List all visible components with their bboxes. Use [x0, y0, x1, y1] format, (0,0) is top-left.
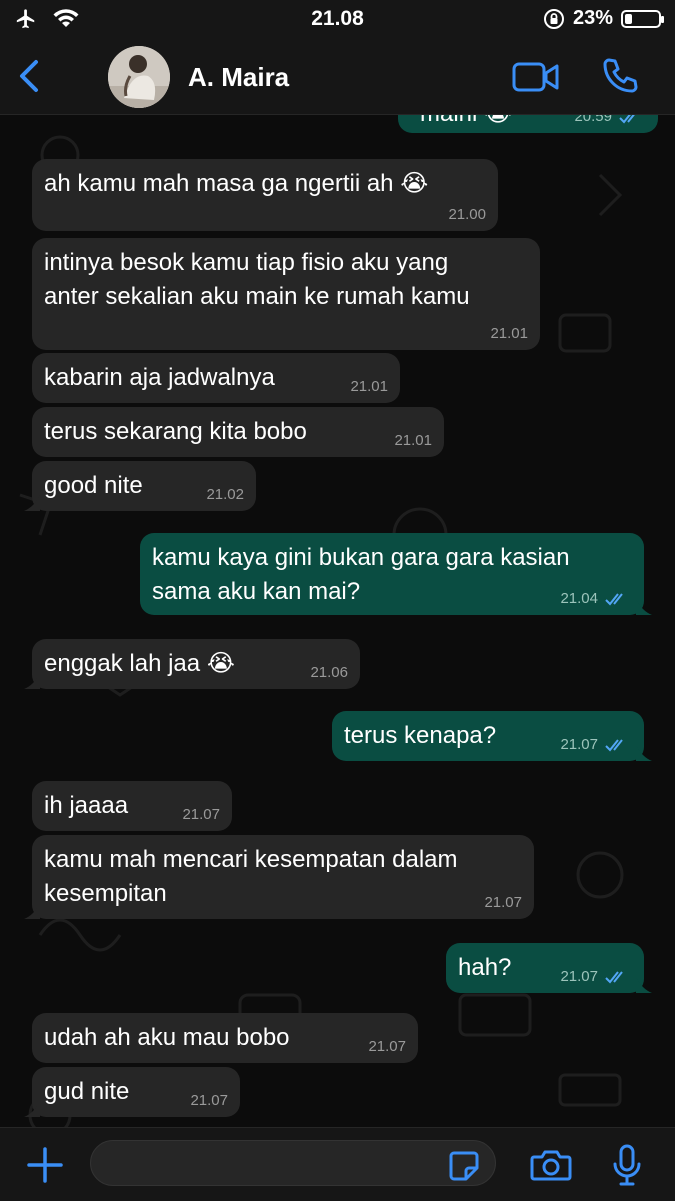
message-text: terus sekarang kita bobo: [44, 418, 307, 445]
contact-name[interactable]: A. Maira: [188, 62, 289, 93]
chat-header: A. Maira: [0, 40, 675, 115]
status-right: 23%: [543, 7, 664, 30]
bubble-tail: [636, 977, 652, 993]
microphone-icon[interactable]: [612, 1144, 642, 1186]
battery-fill: [625, 13, 632, 24]
avatar[interactable]: [108, 46, 170, 108]
message-time: 21.01: [350, 378, 388, 395]
message-bubble-outgoing[interactable]: maini 😭 20.59: [398, 115, 658, 133]
message-time: 21.07: [182, 806, 220, 823]
bubble-tail: [24, 495, 40, 511]
message-bubble-incoming[interactable]: ih jaaaa 21.07: [32, 781, 232, 831]
double-check-icon: [619, 115, 635, 124]
message-time: 21.07: [560, 968, 598, 985]
chat-area[interactable]: maini 😭 20.59 ah kamu mah masa ga ngerti…: [0, 115, 675, 1127]
message-bubble-incoming[interactable]: kamu mah mencari kesempatan dalam kesemp…: [24, 835, 534, 919]
double-check-icon: [605, 739, 623, 752]
bubble-tail: [636, 599, 652, 615]
sticker-icon[interactable]: [448, 1150, 480, 1182]
status-bar: 21.08 23%: [0, 0, 675, 40]
message-time: 21.02: [206, 486, 244, 503]
message-time: 21.07: [484, 894, 522, 911]
message-time: 21.04: [560, 590, 598, 607]
crying-emoji: 😭: [206, 650, 235, 677]
bubble-tail: [24, 1101, 40, 1117]
message-bubble-incoming[interactable]: intinya besok kamu tiap fisio aku yang a…: [32, 238, 540, 350]
message-bubble-incoming[interactable]: enggak lah jaa 😭 21.06: [24, 639, 360, 689]
message-text: kabarin aja jadwalnya: [44, 364, 275, 391]
message-text: udah ah aku mau bobo: [44, 1024, 290, 1051]
message-time: 21.06: [310, 664, 348, 681]
bubble-tail: [24, 673, 40, 689]
message-text: intinya besok kamu tiap fisio aku yang a…: [44, 249, 470, 310]
message-bubble-incoming[interactable]: gud nite 21.07: [24, 1067, 240, 1117]
battery-percent: 23%: [572, 7, 613, 29]
chevron-left-icon[interactable]: [12, 56, 48, 96]
message-bubble-outgoing[interactable]: hah? 21.07: [446, 943, 652, 993]
message-bubble-incoming[interactable]: terus sekarang kita bobo 21.01: [32, 407, 444, 457]
message-bubble-incoming[interactable]: good nite 21.02: [24, 461, 256, 511]
bubble-tail: [24, 903, 40, 919]
double-check-icon: [605, 971, 623, 984]
phone-icon[interactable]: [600, 56, 640, 96]
bubble-tail: [636, 745, 652, 761]
message-text: ah kamu mah masa ga ngertii ah 😭: [44, 170, 429, 197]
battery-icon: [621, 9, 664, 28]
message-text: kamu mah mencari kesempatan dalam kesemp…: [44, 846, 458, 907]
composer-bar: [0, 1127, 675, 1201]
message-time: 21.07: [560, 736, 598, 753]
message-text: enggak lah jaa 😭: [44, 650, 235, 677]
message-time: 21.07: [368, 1038, 406, 1055]
video-camera-icon[interactable]: [512, 60, 560, 94]
message-bubble-outgoing[interactable]: terus kenapa? 21.07: [332, 711, 652, 761]
camera-icon[interactable]: [530, 1148, 572, 1182]
message-time: 21.00: [448, 206, 486, 223]
orientation-lock-icon: [543, 8, 564, 29]
message-input[interactable]: [90, 1140, 496, 1186]
message-time: 21.01: [490, 325, 528, 342]
message-time: 20.59: [574, 115, 612, 125]
crying-emoji: 😭: [400, 170, 429, 197]
double-check-icon: [605, 593, 623, 606]
message-bubble-outgoing[interactable]: kamu kaya gini bukan gara gara kasian sa…: [140, 533, 652, 615]
avatar-image: [108, 46, 170, 108]
message-time: 21.01: [394, 432, 432, 449]
message-bubble-incoming[interactable]: udah ah aku mau bobo 21.07: [32, 1013, 418, 1063]
plus-icon[interactable]: [26, 1146, 64, 1184]
message-bubble-incoming[interactable]: ah kamu mah masa ga ngertii ah 😭 21.00: [32, 159, 498, 231]
message-bubble-incoming[interactable]: kabarin aja jadwalnya 21.01: [32, 353, 400, 403]
message-time: 21.07: [190, 1092, 228, 1109]
